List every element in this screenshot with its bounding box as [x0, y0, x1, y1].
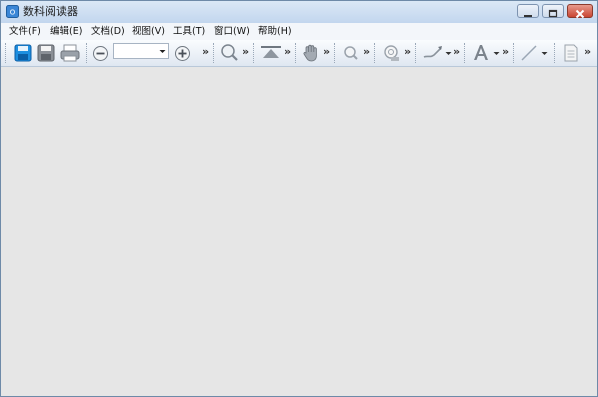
toolbar-overflow[interactable]: » [202, 45, 209, 59]
menu-document[interactable]: 文档(D) [91, 25, 125, 38]
toolbar-separator [554, 43, 555, 63]
toolbar: » » » » » » » » » [1, 40, 597, 67]
text-options-dropdown[interactable] [493, 43, 500, 69]
search-button[interactable] [220, 43, 240, 69]
text-icon [474, 45, 488, 60]
toolbar-separator [464, 43, 465, 63]
pen-tool-button[interactable] [421, 43, 445, 69]
maximize-icon [548, 9, 558, 18]
toolbar-overflow[interactable]: » [323, 45, 330, 59]
stamp-icon [384, 45, 399, 61]
window-title: 数科阅读器 [23, 5, 78, 18]
document-workspace[interactable] [1, 67, 597, 396]
menu-view[interactable]: 视图(V) [132, 25, 165, 38]
zoom-select[interactable] [113, 43, 169, 59]
line-icon [521, 45, 537, 61]
title-bar[interactable]: O 数科阅读器 [1, 1, 597, 23]
toolbar-overflow[interactable]: » [584, 45, 591, 59]
toolbar-overflow[interactable]: » [284, 45, 291, 59]
stamp-button[interactable] [382, 43, 402, 69]
toolbar-overflow[interactable]: » [404, 45, 411, 59]
pen-icon [423, 46, 442, 58]
fit-page-icon [261, 46, 281, 58]
save-disk-icon [37, 44, 55, 62]
save-icon [14, 44, 32, 62]
toolbar-separator [213, 43, 214, 63]
toolbar-overflow[interactable]: » [453, 45, 460, 59]
close-button[interactable] [567, 4, 593, 19]
app-window: O 数科阅读器 文件(F) 编辑(E) 文档(D) 视图(V) 工具(T) 窗口… [0, 0, 598, 397]
maximize-button[interactable] [542, 4, 564, 18]
magnifier-icon [344, 46, 358, 60]
menu-bar: 文件(F) 编辑(E) 文档(D) 视图(V) 工具(T) 窗口(W) 帮助(H… [1, 23, 597, 40]
print-icon [60, 44, 80, 62]
save-button[interactable] [13, 43, 33, 69]
minimize-icon [524, 15, 532, 17]
chevron-down-icon [159, 50, 166, 53]
toolbar-separator [374, 43, 375, 63]
toolbar-separator [513, 43, 514, 63]
print-button[interactable] [59, 43, 81, 69]
dropdown-arrow-icon [541, 52, 548, 55]
text-tool-button[interactable] [471, 43, 491, 69]
window-caption-buttons [514, 4, 593, 19]
hand-tool-button[interactable] [301, 43, 321, 69]
line-tool-button[interactable] [519, 43, 539, 69]
note-icon [564, 44, 578, 62]
dropdown-arrow-icon [493, 52, 500, 55]
svg-text:O: O [10, 9, 16, 17]
menu-edit[interactable]: 编辑(E) [50, 25, 82, 38]
menu-file[interactable]: 文件(F) [9, 25, 41, 38]
dropdown-arrow-icon [445, 52, 452, 55]
note-button[interactable] [562, 43, 580, 69]
toolbar-overflow[interactable]: » [242, 45, 249, 59]
app-logo-icon: O [6, 5, 19, 18]
pen-options-dropdown[interactable] [445, 43, 452, 69]
hand-icon [303, 44, 317, 62]
fit-page-button[interactable] [259, 43, 283, 69]
toolbar-separator [415, 43, 416, 63]
toolbar-separator [334, 43, 335, 63]
toolbar-overflow[interactable]: » [502, 45, 509, 59]
menu-help[interactable]: 帮助(H) [258, 25, 292, 38]
toolbar-separator [86, 43, 87, 63]
zoom-out-icon [93, 46, 108, 61]
toolbar-overflow[interactable]: » [363, 45, 370, 59]
close-icon [575, 9, 585, 19]
toolbar-separator [295, 43, 296, 63]
line-options-dropdown[interactable] [541, 43, 548, 69]
toolbar-grip [5, 43, 6, 63]
menu-tools[interactable]: 工具(T) [173, 25, 205, 38]
magnifier-button[interactable] [341, 43, 361, 69]
save-as-button[interactable] [36, 43, 56, 69]
zoom-in-icon [175, 46, 190, 61]
minimize-button[interactable] [517, 4, 539, 18]
toolbar-separator [253, 43, 254, 63]
menu-window[interactable]: 窗口(W) [214, 25, 250, 38]
search-icon [221, 44, 238, 61]
